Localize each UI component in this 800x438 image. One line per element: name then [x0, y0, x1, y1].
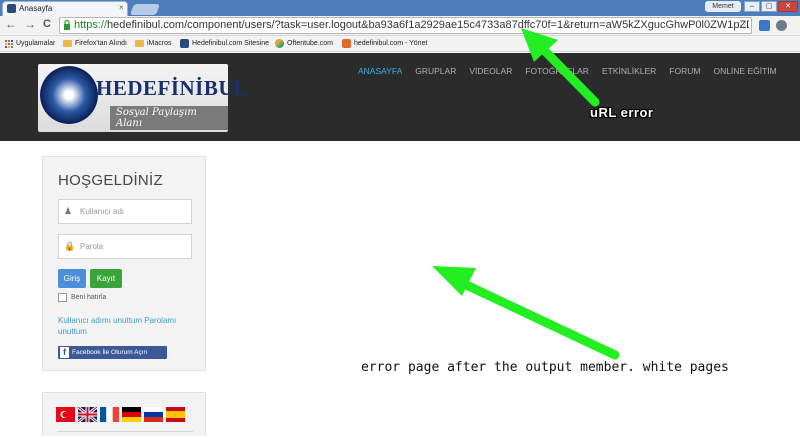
- error-note-annotation: error page after the output member. whit…: [361, 360, 729, 375]
- arrow-to-page-icon: [432, 266, 620, 360]
- arrow-to-url-icon: [521, 28, 600, 107]
- url-error-annotation: uRL error: [590, 105, 654, 120]
